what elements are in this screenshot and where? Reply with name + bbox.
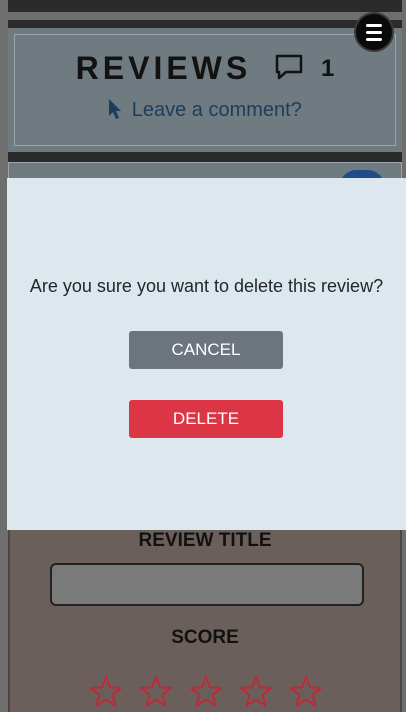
- hamburger-menu-icon[interactable]: [354, 12, 394, 52]
- delete-button[interactable]: DELETE: [129, 400, 283, 438]
- cancel-button[interactable]: CANCEL: [129, 331, 283, 369]
- speech-bubble-icon: [274, 52, 304, 89]
- pointer-cursor-icon: [108, 98, 122, 126]
- star-outline-icon[interactable]: [88, 674, 124, 715]
- star-outline-icon[interactable]: [288, 674, 324, 715]
- score-stars: [88, 674, 328, 714]
- leave-comment-row[interactable]: Leave a comment?: [8, 98, 402, 126]
- reviews-title: REVIEWS: [75, 50, 252, 86]
- delete-confirm-modal: Are you sure you want to delete this rev…: [7, 178, 406, 530]
- review-form: REVIEW TITLE SCORE: [8, 530, 402, 712]
- star-outline-icon[interactable]: [238, 674, 274, 715]
- reviews-header-card: REVIEWS 1 Leave a comment?: [8, 28, 402, 152]
- review-count: 1: [321, 55, 335, 82]
- divider-bar: [8, 152, 402, 162]
- delete-confirm-question: Are you sure you want to delete this rev…: [29, 276, 384, 296]
- top-divider: [8, 0, 402, 12]
- score-label: SCORE: [171, 627, 239, 648]
- review-title-label: REVIEW TITLE: [138, 530, 272, 551]
- review-title-input[interactable]: [50, 563, 364, 606]
- divider-bar: [8, 20, 402, 28]
- star-outline-icon[interactable]: [138, 674, 174, 715]
- reviews-title-row: REVIEWS 1: [8, 50, 402, 89]
- star-outline-icon[interactable]: [188, 674, 224, 715]
- leave-comment-link[interactable]: Leave a comment?: [132, 99, 302, 121]
